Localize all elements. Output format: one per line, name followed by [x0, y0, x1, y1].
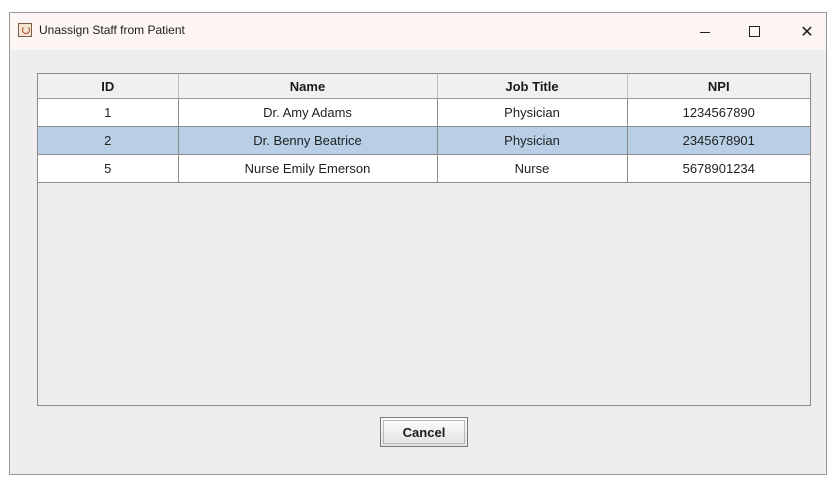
cell-id[interactable]: 5	[38, 154, 179, 183]
maximize-button[interactable]	[731, 13, 777, 50]
column-header-job-title[interactable]: Job Title	[437, 74, 628, 99]
cell-npi[interactable]: 1234567890	[627, 98, 810, 127]
cell-id[interactable]: 2	[38, 126, 179, 155]
cell-job-title[interactable]: Physician	[437, 126, 628, 155]
staff-table-scrollpane[interactable]: ID Name Job Title NPI 1 Dr. Amy Adams Phys…	[37, 73, 811, 406]
java-app-icon	[18, 23, 32, 37]
window-title: Unassign Staff from Patient	[39, 23, 185, 37]
column-header-npi[interactable]: NPI	[627, 74, 810, 99]
cell-job-title[interactable]: Nurse	[437, 154, 628, 183]
cell-name[interactable]: Dr. Benny Beatrice	[178, 126, 438, 155]
dialog-window: Unassign Staff from Patient ✕ ID Name Jo…	[9, 12, 827, 475]
column-header-id[interactable]: ID	[38, 74, 179, 99]
staff-table: ID Name Job Title NPI 1 Dr. Amy Adams Phys…	[38, 74, 810, 183]
maximize-icon	[748, 26, 760, 37]
cancel-button[interactable]: Cancel	[380, 417, 468, 447]
minimize-button[interactable]	[682, 13, 728, 50]
table-row[interactable]: 2 Dr. Benny Beatrice Physician 2345678901	[38, 126, 810, 155]
minimize-icon	[700, 32, 710, 33]
cell-id[interactable]: 1	[38, 98, 179, 127]
column-header-name[interactable]: Name	[178, 74, 438, 99]
table-row[interactable]: 5 Nurse Emily Emerson Nurse 5678901234	[38, 154, 810, 183]
cell-npi[interactable]: 5678901234	[627, 154, 810, 183]
title-bar[interactable]: Unassign Staff from Patient ✕	[10, 13, 826, 50]
table-header-row: ID Name Job Title NPI	[38, 74, 810, 99]
close-button[interactable]: ✕	[784, 13, 830, 50]
cell-npi[interactable]: 2345678901	[627, 126, 810, 155]
cell-name[interactable]: Dr. Amy Adams	[178, 98, 438, 127]
cancel-button-label: Cancel	[383, 420, 465, 444]
close-icon: ✕	[800, 23, 814, 41]
cell-name[interactable]: Nurse Emily Emerson	[178, 154, 438, 183]
table-row[interactable]: 1 Dr. Amy Adams Physician 1234567890	[38, 98, 810, 127]
cell-job-title[interactable]: Physician	[437, 98, 628, 127]
